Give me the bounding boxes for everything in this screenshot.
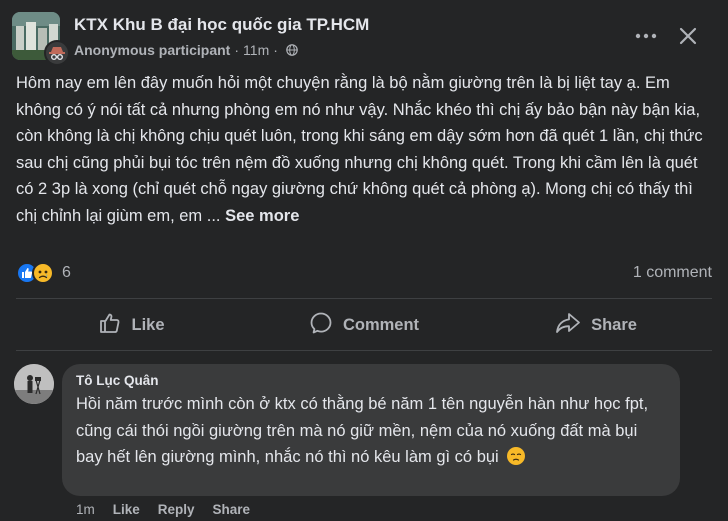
post-author[interactable]: Anonymous participant (74, 42, 230, 58)
share-label: Share (591, 315, 637, 334)
post-text: Hôm nay em lên đây muốn hỏi một chuyện r… (16, 74, 703, 225)
more-icon[interactable] (630, 20, 662, 52)
comment-icon (309, 311, 333, 340)
thumbs-up-icon (99, 312, 121, 339)
sad-reaction-icon (32, 262, 54, 284)
comment-reply-button[interactable]: Reply (158, 502, 195, 517)
action-bar: Like Comment Share (16, 300, 712, 350)
comment-actions: 1m Like Reply Share (76, 502, 250, 517)
comment-author[interactable]: Tô Lục Quân (76, 372, 666, 390)
anonymous-icon (44, 40, 70, 66)
share-icon (555, 312, 581, 339)
comment-body: Hồi năm trước mình còn ở ktx có thằng bé… (76, 395, 649, 466)
avatar[interactable] (14, 364, 54, 404)
post-time[interactable]: 11m (243, 42, 269, 58)
comment-time[interactable]: 1m (76, 502, 95, 517)
comment-text: Hồi năm trước mình còn ở ktx có thằng bé… (76, 391, 666, 471)
meta-separator: · (234, 42, 240, 58)
sad-emoji-icon (507, 447, 526, 465)
post-header: KTX Khu B đại học quốc gia TP.HCM Anonym… (12, 10, 716, 66)
comment-bubble: Tô Lục Quân Hồi năm trước mình còn ở ktx… (62, 364, 680, 496)
divider (16, 350, 712, 351)
post-body: Hôm nay em lên đây muốn hỏi một chuyện r… (16, 70, 716, 229)
like-button[interactable]: Like (16, 300, 248, 350)
comment-like-button[interactable]: Like (113, 502, 140, 517)
post-meta: Anonymous participant · 11m · (74, 42, 298, 58)
comment-label: Comment (342, 315, 420, 334)
see-more-link[interactable]: See more (225, 207, 299, 225)
group-name[interactable]: KTX Khu B đại học quốc gia TP.HCM (74, 15, 369, 35)
comment-count[interactable]: 1 comment (633, 264, 712, 282)
close-icon[interactable] (672, 20, 704, 52)
like-label: Like (131, 315, 165, 334)
divider (16, 298, 712, 299)
comment-button[interactable]: Comment (248, 300, 480, 350)
globe-icon (286, 44, 298, 56)
share-button[interactable]: Share (480, 300, 712, 350)
reaction-count: 6 (62, 264, 71, 281)
meta-separator: · (273, 42, 278, 58)
reaction-summary[interactable]: 6 (16, 262, 71, 284)
comment-share-button[interactable]: Share (213, 502, 251, 517)
